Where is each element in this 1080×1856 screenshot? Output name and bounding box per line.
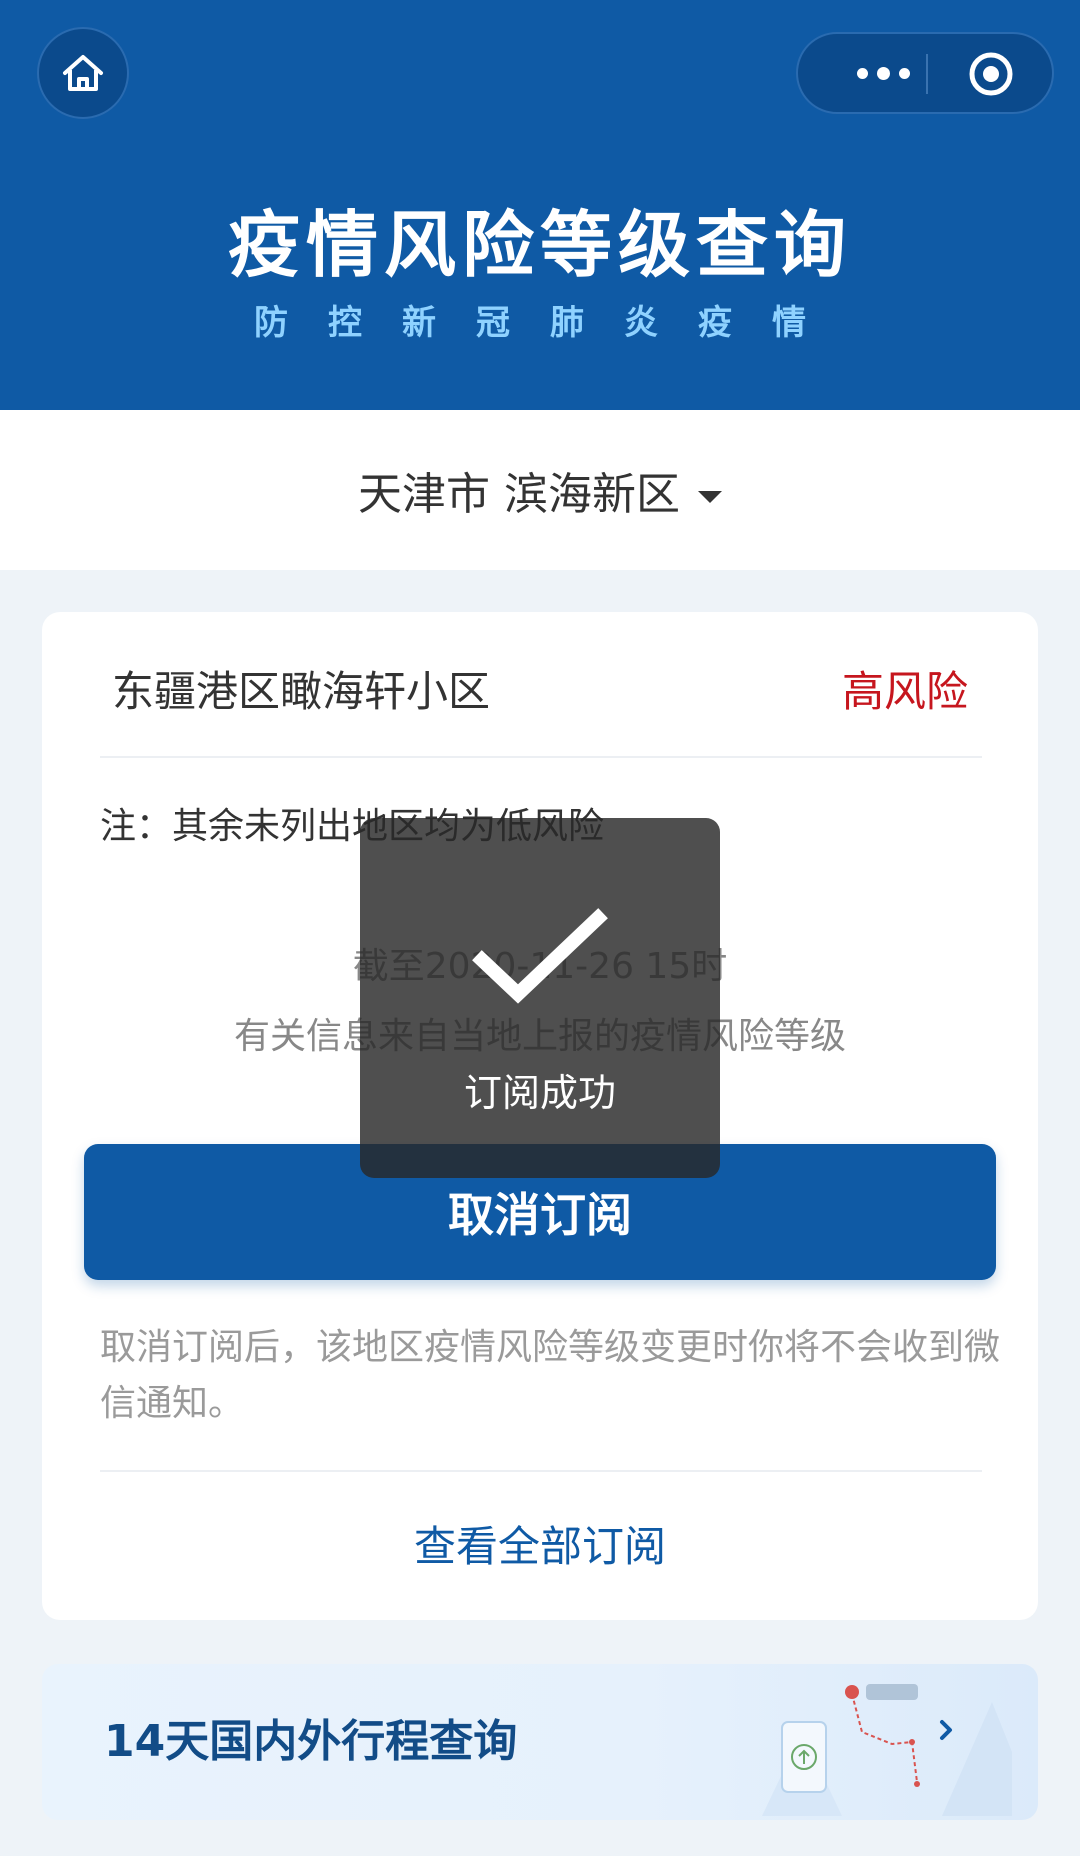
location-label: 天津市 滨海新区 [358, 469, 680, 520]
home-icon [63, 55, 103, 91]
travel-map-illustration [762, 1684, 1012, 1816]
page-title: 疫情风险等级查询 [227, 203, 852, 287]
checkmark-icon [472, 908, 608, 1004]
view-all-subscriptions-link[interactable]: 查看全部订阅 [42, 1512, 1038, 1582]
toast-message: 订阅成功 [463, 1071, 616, 1115]
location-label-wrap: 天津市 滨海新区 [0, 465, 1080, 525]
area-name: 东疆港区瞰海轩小区 [112, 667, 491, 716]
trip-query-card[interactable]: 14天国内外行程查询 [42, 1664, 1038, 1820]
page-subtitle: 防控新冠肺炎疫情 [254, 303, 846, 343]
trip-query-title: 14天国内外行程查询 [104, 1716, 518, 1767]
chevron-right-icon [940, 1720, 952, 1740]
home-button[interactable] [37, 27, 129, 119]
divider [100, 756, 982, 758]
unsubscribe-description: 取消订阅后，该地区疫情风险等级变更时你将不会收到微信通知。 [100, 1327, 1001, 1424]
target-circle-icon[interactable] [968, 51, 1014, 97]
location-selector[interactable]: 天津市 滨海新区 [0, 410, 1080, 570]
header: 疫情风险等级查询 防控新冠肺炎疫情 [0, 0, 1080, 410]
mini-program-capsule [796, 32, 1054, 114]
more-dots-icon[interactable] [838, 61, 928, 85]
capsule-divider [926, 54, 928, 94]
divider [100, 1470, 982, 1472]
toast-popup: 订阅成功 [360, 818, 720, 1178]
caret-down-icon [698, 491, 722, 503]
risk-level-badge: 高风险 [841, 667, 968, 716]
